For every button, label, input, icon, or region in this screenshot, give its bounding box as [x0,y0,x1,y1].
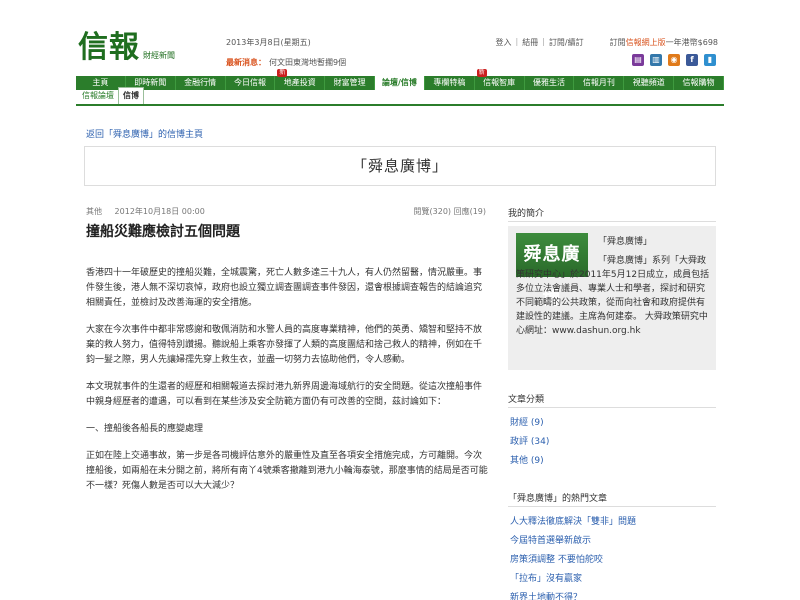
nav-item-label: 論壇/信博 [382,78,417,87]
hot-article-link[interactable]: 房策須調整 不要怕舵咬 [508,551,716,570]
blog-title-box: 「舜息廣博」 [84,146,716,186]
nav-item-label: 主頁 [92,78,109,87]
nav-item-label: 地產投資 [283,78,316,87]
top-links: 登入 | 結冊 | 訂閱/續訂 訂閱信報網上版一年港幣$698 [495,37,718,48]
nav-item[interactable]: 論壇/信博 [375,76,425,90]
mobile-icon[interactable]: ▮ [704,54,716,66]
nav-item[interactable]: 今日信報 [226,76,276,90]
post-stats: 閱覽(320) 回應(19) [413,207,486,216]
nav-item[interactable]: 優雅生活 [525,76,575,90]
hot-article-link[interactable]: 新界土地動不得？ [508,589,716,600]
sub-nav-tab[interactable]: 信報論壇 [78,88,118,104]
nav-item-label: 優雅生活 [533,78,566,87]
post-body: 香港四十一年破歷史的撞船災難，全城震驚，死亡人數多達三十九人，有人仍然留醫，情況… [86,266,490,506]
site-logo[interactable]: 信報 財經新聞 [78,32,175,64]
post-title: 撞船災難應檢討五個問題 [86,224,240,240]
post-paragraph: 一、撞船後各船長的應變處理 [86,424,204,434]
subscribe-renew-link[interactable]: 訂閱/續訂 [549,37,584,48]
nav-item[interactable]: 信報月刊 [574,76,625,90]
nav-item[interactable]: 專欄特稿 [425,76,475,90]
post-category[interactable]: 其他 [86,207,102,216]
nav-item-label: 信報購物 [682,78,715,87]
current-date: 2013年3月8日(星期五) [226,38,311,47]
nav-item[interactable]: 金融行情 [176,76,226,90]
post-paragraph: 香港四十一年破歷史的撞船災難，全城震驚，死亡人數多達三十九人，有人仍然留醫，情況… [86,268,483,308]
post-meta: 其他 2012年10月18日 00:00 閱覽(320) 回應(19) [86,206,486,217]
social-icons: ▤ ▥ ◉ f ▮ [632,54,716,66]
nav-item-label: 今日信報 [233,78,266,87]
sub-nav-tab[interactable]: 信博 [118,87,144,104]
main-nav: 主頁 即時新聞 金融行情 今日信報 地產投資新財富管理 論壇/信博 專欄特稿 信報智庫新優雅生… [76,69,724,90]
nav-item[interactable]: 信報購物 [674,76,724,90]
profile-name: 「舜息廣博」 [598,237,653,247]
nav-item[interactable]: 信報智庫新 [475,69,525,90]
latest-news-label: 最新消息： [226,58,266,67]
nav-item[interactable]: 視聽頻道 [624,76,675,90]
nav-item-label: 信報智庫 [483,78,516,87]
nav-item[interactable]: 地產投資新 [275,69,326,90]
profile-description: 「舜息廣博」系列「大舜政策研究中心」於2011年5月12日成立，成員包括多位立法… [516,256,710,336]
new-badge: 新 [277,69,288,77]
rss-icon[interactable]: ◉ [668,54,680,66]
nav-item[interactable]: 財富管理 [325,76,376,90]
blog-title: 「舜息廣博」 [351,157,448,175]
page-icon[interactable]: ▥ [650,54,662,66]
calendar-icon[interactable]: ▤ [632,54,644,66]
hot-articles-heading: 「舜息廣博」的熱門文章 [508,491,716,507]
nav-item-label: 視聽頻道 [632,78,665,87]
login-link[interactable]: 登入 [496,37,512,48]
category-link[interactable]: 財經 (9) [508,414,716,433]
post-datetime: 2012年10月18日 00:00 [114,207,205,216]
profile-heading: 我的簡介 [508,206,716,222]
facebook-icon[interactable]: f [686,54,698,66]
post-paragraph: 正如在陸上交通事故，第一步是各司機評估意外的嚴重性及直至各項安全措施完成，方可離… [86,451,488,491]
hot-article-link[interactable]: 人大釋法徹底解決「雙非」問題 [508,513,716,532]
hot-article-link[interactable]: 今屆特首選舉新啟示 [508,532,716,551]
nav-item-label: 財富管理 [333,78,366,87]
hot-articles-list: 人大釋法徹底解決「雙非」問題 今屆特首選舉新啟示 房策須調整 不要怕舵咬 「拉布」沒有… [508,513,716,600]
category-list: 財經 (9) 政評 (34) 其他 (9) [508,414,716,471]
latest-news[interactable]: 最新消息： 何文田東灣地暫擱9個 [226,57,346,68]
profile-box: 舜息廣博 「舜息廣博」 「舜息廣博」系列「大舜政策研究中心」於2011年5月12… [508,226,716,370]
categories-heading: 文章分類 [508,392,716,408]
nav-item-label: 金融行情 [184,78,217,87]
register-link[interactable]: 結冊 [522,37,538,48]
post-paragraph: 大家在今次事件中都非常感謝和敬佩消防和水警人員的高度專業精神，他們的英勇、矯智和… [86,325,483,365]
back-to-blog-link[interactable]: 返回「舜息廣博」的信博主頁 [86,127,203,140]
category-link[interactable]: 其他 (9) [508,452,716,471]
category-link[interactable]: 政評 (34) [508,433,716,452]
new-badge: 新 [476,69,487,77]
sidebar: 我的簡介 舜息廣博 「舜息廣博」 「舜息廣博」系列「大舜政策研究中心」於2011… [508,206,716,600]
subscribe-promo[interactable]: 訂閱信報網上版一年港幣$698 [610,37,718,48]
nav-item-label: 即時新聞 [134,78,167,87]
logo-main-text: 信報 [78,30,140,65]
sub-nav: 信報論壇 信博 [76,87,724,106]
nav-item-label: 專欄特稿 [433,78,466,87]
nav-item-label: 信報月刊 [582,78,615,87]
latest-news-text[interactable]: 何文田東灣地暫擱9個 [269,58,346,67]
hot-article-link[interactable]: 「拉布」沒有贏家 [508,570,716,589]
logo-sub-text: 財經新聞 [143,51,175,60]
post-paragraph: 本文現就事件的生還者的經歷和相關報道去探討港九新界周邊海域航行的安全問題。從這次… [86,382,483,407]
